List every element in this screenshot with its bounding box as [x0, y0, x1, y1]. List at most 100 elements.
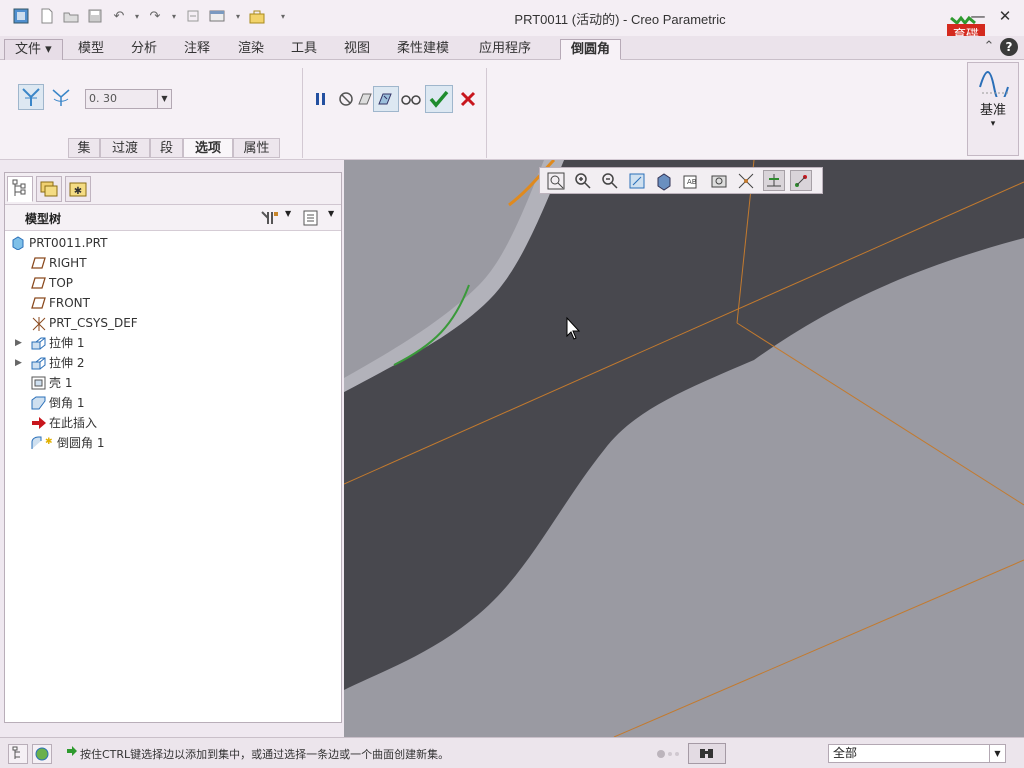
tree-item-label: 壳 1: [49, 376, 73, 390]
open-file-icon[interactable]: [62, 8, 80, 26]
tab-applications[interactable]: 应用程序: [469, 39, 541, 60]
subtab-options[interactable]: 选项: [183, 138, 233, 158]
expand-arrow-icon[interactable]: ▶: [15, 353, 22, 373]
subtab-sets[interactable]: 集: [68, 138, 100, 158]
tree-item[interactable]: ✱ 倒圆角 1: [5, 433, 341, 453]
full-round-icon[interactable]: [48, 84, 74, 110]
part-icon: [11, 236, 27, 251]
tab-annotate[interactable]: 注释: [174, 39, 220, 60]
customize-toolbar-icon[interactable]: ▾: [274, 8, 292, 26]
tab-tools[interactable]: 工具: [281, 39, 327, 60]
show-dropdown-icon[interactable]: ▼: [328, 209, 334, 218]
graphics-viewport[interactable]: [344, 160, 1024, 737]
tab-round[interactable]: 倒圆角: [560, 39, 622, 60]
zoom-in-icon[interactable]: [572, 170, 594, 191]
datum-plane-icon: [31, 296, 47, 310]
selection-filter[interactable]: 全部 ▼: [828, 744, 1006, 763]
tree-item[interactable]: PRT_CSYS_DEF: [5, 313, 341, 333]
model-tree-header: 模型树 ▼ ▼: [5, 205, 341, 231]
expand-icon[interactable]: ⌃: [980, 38, 998, 56]
tree-item[interactable]: ▶ 拉伸 1: [5, 333, 341, 353]
tab-flexible-modeling[interactable]: 柔性建模: [387, 39, 459, 60]
minimize-button[interactable]: —: [968, 6, 988, 26]
repaint-icon[interactable]: [626, 170, 648, 191]
subtab-transitions[interactable]: 过渡: [100, 138, 150, 158]
svg-text:✱: ✱: [74, 186, 82, 197]
selection-filter-value: 全部: [833, 746, 858, 760]
show-filters-icon[interactable]: [302, 209, 320, 230]
datum-dropdown-icon[interactable]: ▾: [968, 119, 1018, 129]
tree-item[interactable]: 壳 1: [5, 373, 341, 393]
app-icon[interactable]: [12, 8, 30, 26]
close-button[interactable]: ✕: [995, 6, 1015, 26]
folder-browser-tab-icon[interactable]: [36, 176, 62, 202]
constant-round-icon[interactable]: [18, 84, 44, 110]
svg-text:AB: AB: [687, 178, 697, 186]
tree-item[interactable]: TOP: [5, 273, 341, 293]
tree-item-label: 拉伸 1: [49, 336, 85, 350]
redo-dropdown-icon[interactable]: ▾: [165, 8, 183, 26]
undo-icon[interactable]: ↶: [110, 8, 128, 26]
datum-icon: [978, 69, 1010, 103]
datum-display-icon[interactable]: [763, 170, 785, 191]
shell-icon: [31, 376, 47, 390]
saved-orientations-icon[interactable]: AB: [680, 170, 702, 191]
windows-icon[interactable]: [208, 8, 226, 26]
display-style-icon[interactable]: [653, 170, 675, 191]
undo-dropdown-icon[interactable]: ▾: [128, 8, 146, 26]
tab-view[interactable]: 视图: [334, 39, 380, 60]
radius-dropdown-icon[interactable]: ▼: [157, 90, 171, 108]
datum-plane-icon: [31, 256, 47, 270]
tab-file[interactable]: 文件 ▾: [4, 39, 63, 60]
glasses-preview-icon[interactable]: [398, 86, 424, 112]
tab-model[interactable]: 模型: [68, 39, 114, 60]
navigator-toggle-icon[interactable]: [8, 744, 28, 764]
find-binoculars-icon[interactable]: [688, 743, 726, 764]
tab-render[interactable]: 渲染: [228, 39, 274, 60]
tree-item[interactable]: ▶ 拉伸 2: [5, 353, 341, 373]
new-file-icon[interactable]: [38, 8, 56, 26]
subtab-properties[interactable]: 属性: [233, 138, 280, 158]
title-bar: ↶ ▾ ↷ ▾ ▾ ▾ PRT0011 (活动的) - Creo Paramet…: [0, 0, 1024, 57]
perspective-view-icon[interactable]: [735, 170, 757, 191]
status-bar: 按住CTRL键选择边以添加到集中，或通过选择一条边或一个曲面创建新集。 全部 ▼: [0, 737, 1024, 768]
tab-analysis[interactable]: 分析: [121, 39, 167, 60]
tree-item-label: FRONT: [49, 296, 90, 310]
browser-toggle-icon[interactable]: [32, 744, 52, 764]
cancel-x-icon[interactable]: [455, 86, 481, 112]
radius-combo[interactable]: 0. 30 ▼: [85, 89, 172, 109]
csys-icon: [31, 316, 47, 331]
tree-settings-icon[interactable]: [259, 209, 281, 230]
tree-item[interactable]: 在此插入: [5, 413, 341, 433]
view-manager-icon[interactable]: [708, 170, 730, 191]
regenerate-icon[interactable]: [184, 8, 202, 26]
pause-icon[interactable]: [308, 86, 334, 112]
redo-icon[interactable]: ↷: [146, 8, 164, 26]
favorites-tab-icon[interactable]: ✱: [65, 176, 91, 202]
zoom-out-icon[interactable]: [599, 170, 621, 191]
tree-item[interactable]: PRT0011.PRT: [5, 233, 341, 253]
confirm-checkmark-icon[interactable]: [425, 85, 453, 113]
tree-item[interactable]: FRONT: [5, 293, 341, 313]
svg-text:✱: ✱: [45, 437, 53, 447]
verify-preview-icon[interactable]: [373, 86, 399, 112]
ribbon-divider: [486, 68, 487, 158]
spin-center-icon[interactable]: [790, 170, 812, 191]
tree-item[interactable]: RIGHT: [5, 253, 341, 273]
tree-item-label: PRT_CSYS_DEF: [49, 316, 138, 330]
model-tree-tab-icon[interactable]: [7, 176, 33, 202]
selection-filter-dropdown-icon[interactable]: ▼: [989, 745, 1005, 762]
help-button[interactable]: ?: [1000, 38, 1018, 56]
extrude-icon: [31, 336, 47, 350]
expand-arrow-icon[interactable]: ▶: [15, 333, 22, 353]
windows-dropdown-icon[interactable]: ▾: [229, 8, 247, 26]
close-window-icon[interactable]: [248, 8, 266, 26]
radius-value: 0. 30: [89, 92, 117, 105]
message-arrow-icon: [66, 745, 78, 760]
refit-icon[interactable]: [545, 170, 567, 191]
tree-settings-dropdown-icon[interactable]: ▼: [285, 209, 291, 218]
tree-item[interactable]: 倒角 1: [5, 393, 341, 413]
subtab-pieces[interactable]: 段: [150, 138, 183, 158]
save-icon[interactable]: [86, 8, 104, 26]
datum-button[interactable]: 基准 ▾: [967, 62, 1019, 156]
